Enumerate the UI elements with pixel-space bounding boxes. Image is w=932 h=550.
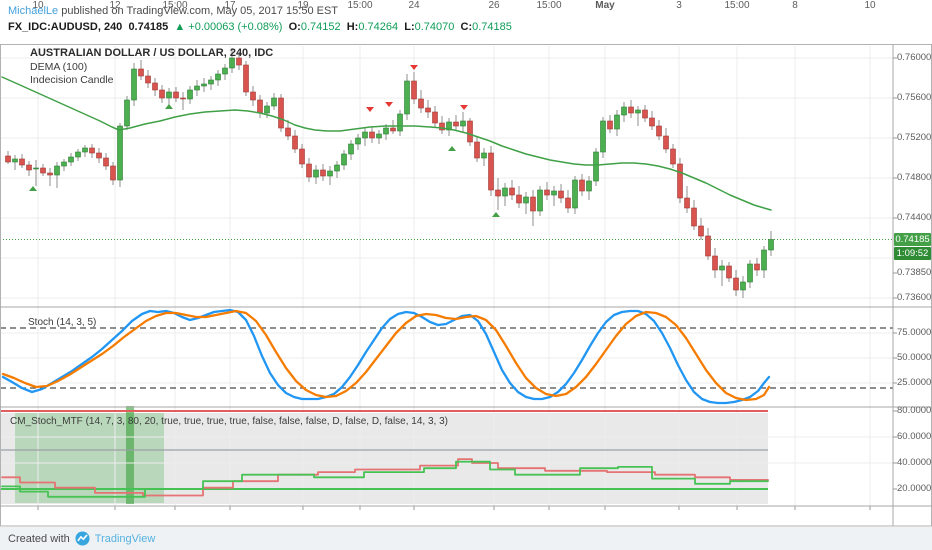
stoch-axis-label: 25.0000 bbox=[897, 377, 932, 388]
time-axis-label: 8 bbox=[792, 0, 798, 11]
bar-countdown-badge: 1:09:52 bbox=[894, 247, 931, 260]
time-axis-label: 17 bbox=[224, 0, 236, 11]
lower-axis-label: 60.0000 bbox=[897, 431, 932, 442]
high-value: 0.74264 bbox=[358, 21, 399, 33]
time-axis-label: 15:00 bbox=[536, 0, 562, 11]
time-axis-label: 15:00 bbox=[347, 0, 373, 11]
time-axis-label: 10 bbox=[32, 0, 44, 11]
low-label: L: bbox=[404, 21, 415, 33]
high-label: H: bbox=[346, 21, 359, 33]
time-axis-label: 19 bbox=[297, 0, 309, 11]
last-price: 0.74185 bbox=[128, 21, 169, 33]
low-value: 0.74070 bbox=[414, 21, 455, 33]
tradingview-brand-link[interactable]: TradingView bbox=[95, 533, 156, 545]
current-price-badge: 0.74185 bbox=[894, 233, 931, 246]
price-axis-label: 0.76000 bbox=[897, 52, 932, 63]
tradingview-published-chart: MichaelLe published on TradingView.com, … bbox=[0, 0, 932, 550]
tradingview-logo-icon bbox=[75, 531, 90, 546]
chart-title: AUSTRALIAN DOLLAR / US DOLLAR, 240, IDC bbox=[30, 47, 274, 59]
lower-axis-label: 40.0000 bbox=[897, 457, 932, 468]
open-value: 0.74152 bbox=[300, 21, 341, 33]
price-axis-label: 0.73600 bbox=[897, 292, 932, 303]
price-change: ▲ +0.00063 (+0.08%) bbox=[174, 21, 283, 33]
time-axis-label: 24 bbox=[408, 0, 420, 11]
stoch-pane-label: Stoch (14, 3, 5) bbox=[28, 317, 97, 328]
price-axis-label: 0.74400 bbox=[897, 212, 932, 223]
time-axis-label: 26 bbox=[488, 0, 500, 11]
time-axis-label: 15:00 bbox=[724, 0, 750, 11]
legend-dema: DEMA (100) bbox=[30, 61, 88, 73]
price-axis-label: 0.75200 bbox=[897, 132, 932, 143]
close-value: 0.74185 bbox=[472, 21, 512, 33]
stoch-axis-label: 75.0000 bbox=[897, 327, 932, 338]
lower-axis-label: 80.0000 bbox=[897, 405, 932, 416]
time-axis-label: May bbox=[595, 0, 615, 11]
close-label: C: bbox=[460, 21, 473, 33]
open-label: O: bbox=[288, 21, 301, 33]
time-axis-label: 12 bbox=[109, 0, 121, 11]
time-axis-label: 3 bbox=[676, 0, 682, 11]
time-axis-label: 15:00 bbox=[162, 0, 188, 11]
chart-canvas[interactable] bbox=[0, 0, 932, 550]
price-axis-label: 0.73850 bbox=[897, 267, 932, 278]
created-with-text: Created with bbox=[8, 532, 70, 545]
legend-indecision-candle: Indecision Candle bbox=[30, 74, 114, 86]
symbol-title: FX_IDC:AUDUSD, 240 bbox=[8, 21, 123, 33]
symbol-ohlc-row: FX_IDC:AUDUSD, 240 0.74185 ▲ +0.00063 (+… bbox=[8, 21, 512, 33]
credit-line: Created with TradingView bbox=[8, 531, 155, 546]
stoch-axis-label: 50.0000 bbox=[897, 352, 932, 363]
lower-axis-label: 20.0000 bbox=[897, 483, 932, 494]
cm-stoch-mtf-pane-label: CM_Stoch_MTF (14, 7, 3, 80, 20, true, tr… bbox=[10, 416, 448, 427]
price-axis-label: 0.74800 bbox=[897, 172, 932, 183]
time-axis-label: 10 bbox=[864, 0, 876, 11]
price-axis-label: 0.75600 bbox=[897, 92, 932, 103]
